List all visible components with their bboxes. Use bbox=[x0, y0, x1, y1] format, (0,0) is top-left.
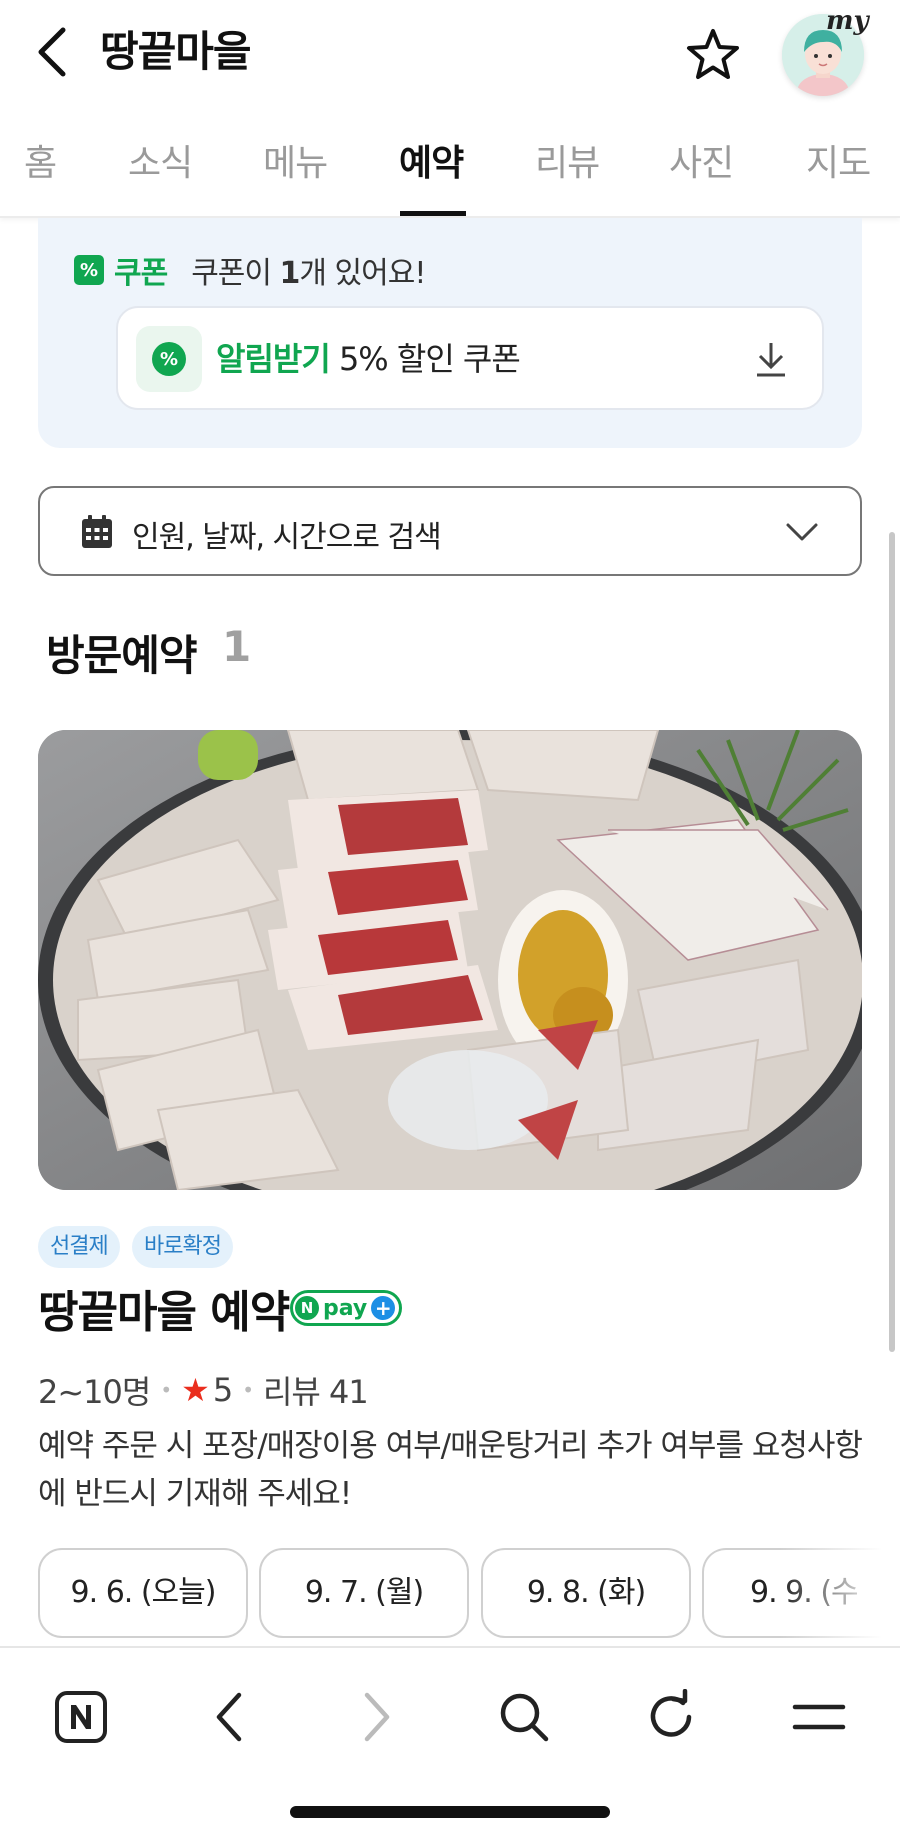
section-title: 방문예약 bbox=[46, 631, 198, 680]
badge-instant-confirm: 바로확정 bbox=[132, 1226, 233, 1268]
date-chip-today[interactable]: 9. 6. (오늘) bbox=[38, 1548, 248, 1638]
search-icon bbox=[500, 1693, 549, 1742]
coupon-download-button[interactable] bbox=[746, 334, 796, 384]
top-header: 땅끝마을 my bbox=[0, 0, 900, 108]
tab-photo[interactable]: 사진 bbox=[669, 134, 734, 194]
scrollbar[interactable] bbox=[889, 532, 895, 1352]
listing-rating: 5 bbox=[212, 1371, 233, 1409]
coupon-label: 쿠폰 bbox=[114, 256, 168, 291]
meta-separator: • bbox=[242, 1378, 254, 1402]
home-indicator bbox=[290, 1806, 610, 1818]
browser-search-button[interactable] bbox=[489, 1682, 559, 1752]
tab-news[interactable]: 소식 bbox=[128, 134, 193, 194]
listing-title[interactable]: 땅끝마을 예약 bbox=[38, 1276, 290, 1340]
avatar-my-label: my bbox=[826, 6, 869, 36]
npay-n-icon: N bbox=[295, 1296, 319, 1320]
coupon-icon: % bbox=[74, 255, 104, 285]
reservation-search-dropdown[interactable]: 인원, 날짜, 시간으로 검색 bbox=[38, 486, 862, 576]
chevron-down-icon bbox=[786, 523, 818, 541]
listing-description: 예약 주문 시 포장/매장이용 여부/매운탕거리 추가 여부를 요청사항에 반드… bbox=[38, 1428, 863, 1512]
naver-home-button[interactable] bbox=[46, 1682, 116, 1752]
badge-prepay: 선결제 bbox=[38, 1226, 120, 1268]
browser-forward-button[interactable] bbox=[342, 1682, 412, 1752]
page-title: 땅끝마을 bbox=[100, 27, 252, 76]
tab-review[interactable]: 리뷰 bbox=[535, 134, 600, 194]
tab-bar: 홈 소식 메뉴 예약 리뷰 사진 지도 bbox=[0, 118, 900, 218]
discount-icon: % bbox=[136, 326, 202, 392]
chevron-right-icon bbox=[364, 1692, 390, 1742]
chip-fade-overlay bbox=[780, 1540, 900, 1644]
coupon-card[interactable]: % 알림받기 5% 할인 쿠폰 bbox=[116, 306, 824, 410]
browser-refresh-button[interactable] bbox=[636, 1682, 706, 1752]
calendar-icon bbox=[82, 515, 112, 548]
coupon-section: % 쿠폰 쿠폰이 1개 있어요! % 알림받기 5% 할인 쿠폰 bbox=[38, 218, 862, 448]
coupon-card-title: 알림받기 5% 할인 쿠폰 bbox=[216, 340, 521, 378]
refresh-icon bbox=[650, 1689, 692, 1737]
browser-toolbar bbox=[0, 1646, 900, 1831]
date-chip[interactable]: 9. 8. (화) bbox=[481, 1548, 691, 1638]
npay-label: pay bbox=[323, 1295, 368, 1321]
listing-meta: 2~10명 • ★ 5 • 리뷰 41 bbox=[38, 1367, 369, 1413]
back-button[interactable] bbox=[28, 22, 76, 82]
chevron-left-icon bbox=[216, 1692, 242, 1742]
meta-separator: • bbox=[160, 1378, 172, 1402]
date-chip[interactable]: 9. 7. (월) bbox=[259, 1548, 469, 1638]
hamburger-icon bbox=[792, 1704, 846, 1730]
tab-home[interactable]: 홈 bbox=[24, 134, 57, 194]
tab-map[interactable]: 지도 bbox=[806, 134, 871, 194]
rating-star-icon: ★ bbox=[181, 1371, 210, 1409]
section-count: 1 bbox=[222, 622, 252, 671]
chevron-left-icon bbox=[38, 27, 66, 77]
download-icon bbox=[757, 343, 785, 377]
favorite-button[interactable] bbox=[680, 22, 746, 88]
browser-menu-button[interactable] bbox=[784, 1682, 854, 1752]
sashimi-platter-image bbox=[38, 730, 862, 1190]
coupon-summary: 쿠폰이 1개 있어요! bbox=[191, 256, 426, 291]
star-outline-icon bbox=[687, 29, 739, 79]
browser-back-button[interactable] bbox=[194, 1682, 264, 1752]
listing-capacity: 2~10명 bbox=[38, 1373, 151, 1411]
naver-n-icon bbox=[55, 1691, 107, 1743]
active-tab-indicator bbox=[400, 211, 466, 216]
search-placeholder: 인원, 날짜, 시간으로 검색 bbox=[132, 520, 442, 555]
listing-reviews[interactable]: 리뷰 41 bbox=[263, 1367, 369, 1413]
npay-plus-icon: + bbox=[371, 1296, 396, 1320]
tab-menu[interactable]: 메뉴 bbox=[263, 134, 328, 194]
tab-reservation[interactable]: 예약 bbox=[399, 134, 464, 194]
coupon-header: % 쿠폰 쿠폰이 1개 있어요! bbox=[74, 250, 426, 291]
npay-badge: N pay + bbox=[290, 1290, 403, 1326]
listing-photo[interactable] bbox=[38, 730, 862, 1190]
